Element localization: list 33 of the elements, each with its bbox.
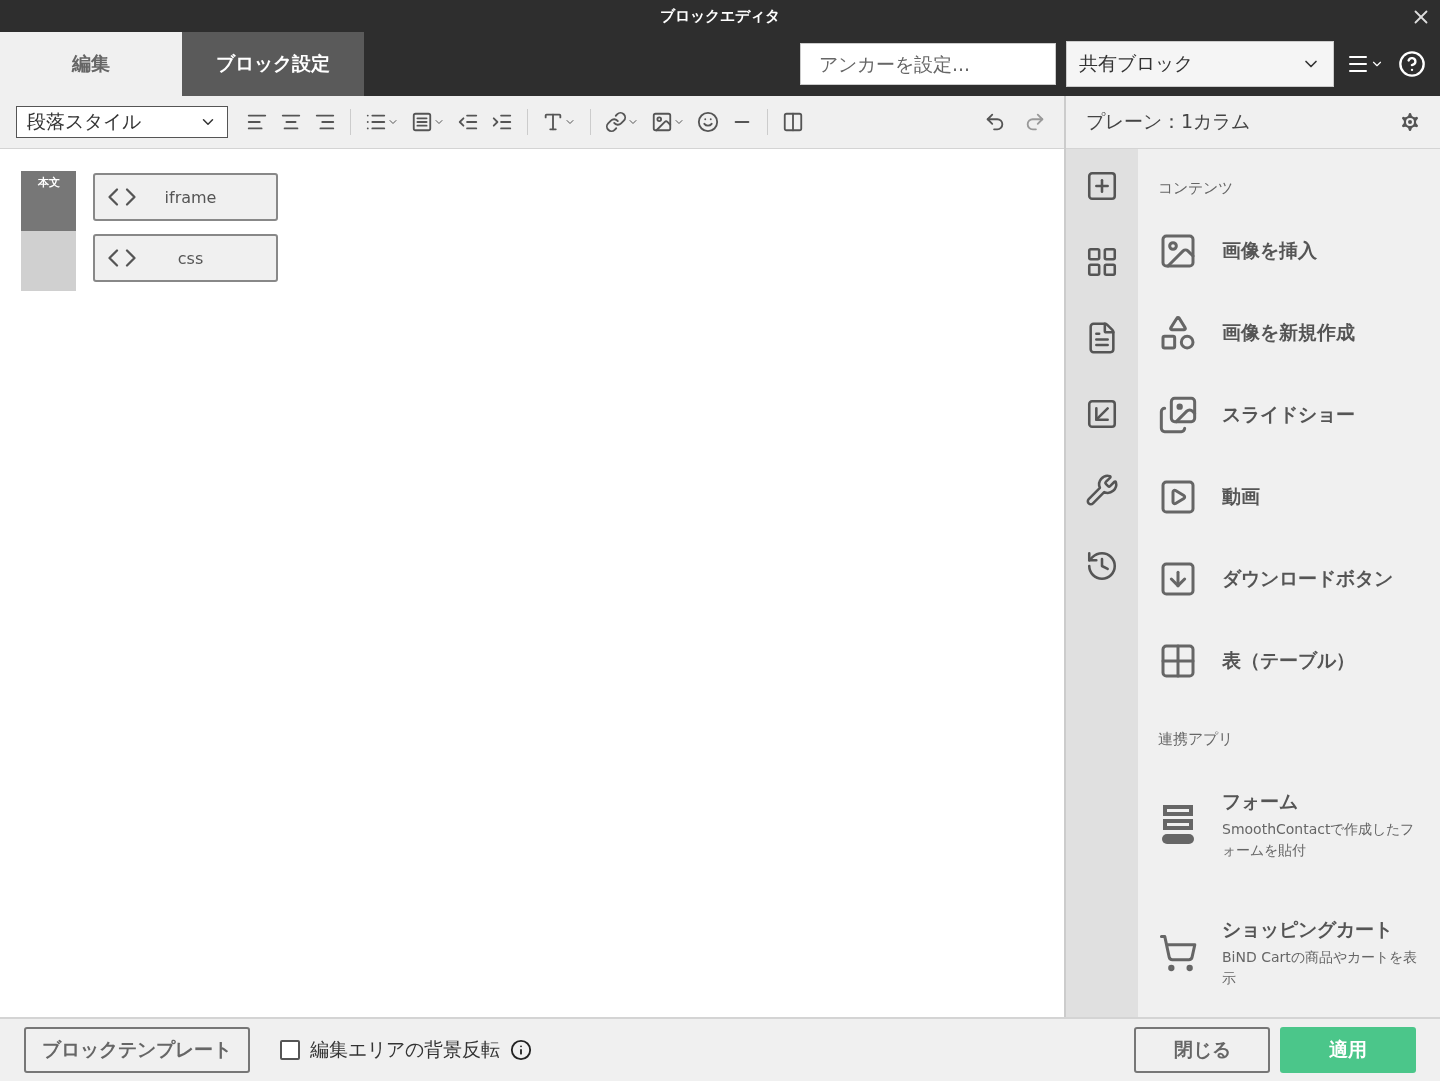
panel-title: プレーン：1カラム [1086, 109, 1251, 134]
item-description: BiND Cartの商品やカートを表示 [1222, 948, 1418, 988]
insert-item-label[interactable]: ダウンロードボタン [1222, 566, 1393, 592]
insert-item-label[interactable]: フォーム [1222, 789, 1422, 815]
insert-item-label[interactable]: 動画 [1222, 484, 1260, 510]
code-block[interactable]: iframe [93, 173, 278, 221]
section-heading: コンテンツ [1158, 179, 1234, 198]
shared-block-select[interactable]: 共有ブロック [1066, 41, 1334, 87]
insert-item-label[interactable]: ショッピングカート [1222, 917, 1422, 943]
checkbox-label: 編集エリアの背景反転 [310, 1037, 500, 1062]
checkbox[interactable] [280, 1040, 300, 1060]
item-description: SmoothContactで作成したフォームを貼付 [1222, 820, 1416, 860]
insert-item-label[interactable]: 表（テーブル） [1222, 648, 1355, 674]
images-icon [1158, 395, 1198, 435]
window-title: ブロックエディタ [660, 6, 780, 26]
template-button[interactable]: ブロックテンプレート [24, 1027, 250, 1073]
insert-item-label[interactable]: 画像を挿入 [1222, 238, 1317, 264]
anchor-input-field[interactable]: アンカーを設定... [800, 43, 1056, 85]
tab[interactable]: 編集 [0, 32, 182, 96]
section-bar [21, 231, 76, 291]
section-heading: 連携アプリ [1158, 730, 1234, 749]
insert-item-label[interactable]: 画像を新規作成 [1222, 320, 1355, 346]
smiley-icon[interactable] [695, 109, 721, 135]
close-button[interactable]: 閉じる [1134, 1027, 1270, 1073]
paragraph-style-select[interactable]: 段落スタイル [16, 106, 228, 138]
shopping-cart-icon [1158, 933, 1198, 973]
help-icon[interactable] [1396, 48, 1428, 80]
tab[interactable]: ブロック設定 [182, 32, 364, 96]
code-block[interactable]: css [93, 234, 278, 282]
form-icon [1161, 805, 1195, 845]
info-icon[interactable] [510, 1039, 532, 1061]
section-label: 本文 [37, 175, 60, 191]
insert-item-label[interactable]: スライドショー [1222, 402, 1355, 428]
